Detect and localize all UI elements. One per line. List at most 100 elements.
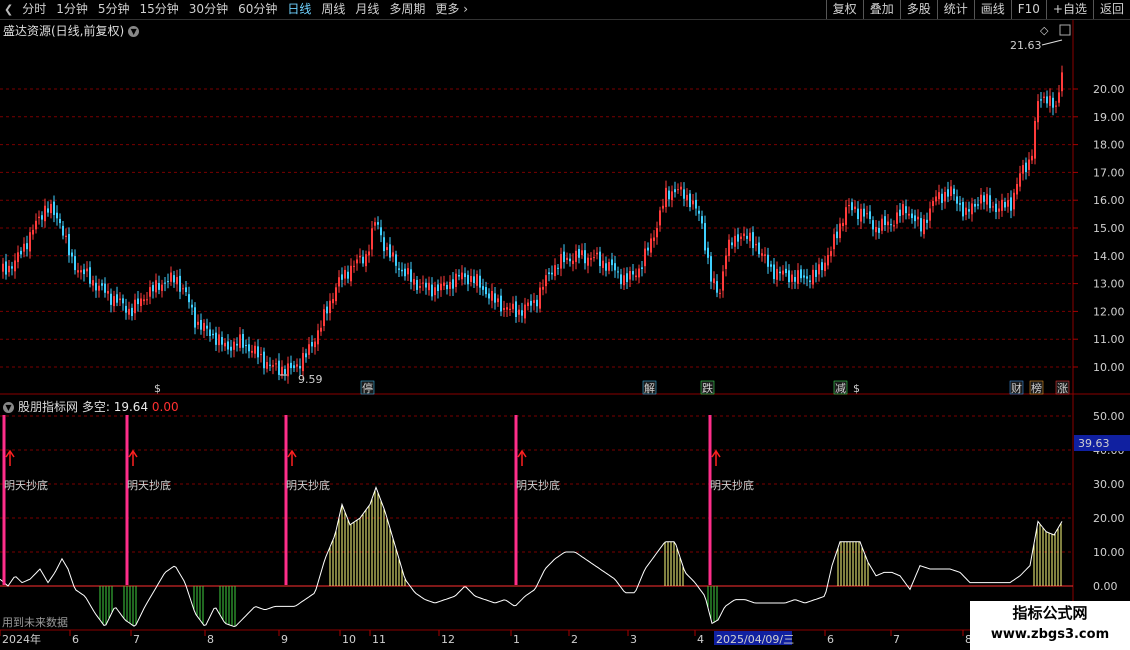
- candle-body: [485, 287, 487, 295]
- candle-body: [1028, 159, 1030, 170]
- candle-body: [506, 307, 508, 310]
- candle-body: [218, 334, 220, 346]
- candle-body: [800, 269, 802, 279]
- time-label-7: 12: [441, 633, 455, 646]
- candle-body: [491, 291, 493, 301]
- candle-body: [65, 235, 67, 238]
- price-tick-label: 10.00: [1093, 361, 1125, 374]
- candle-body: [701, 216, 703, 224]
- candle-body: [176, 277, 178, 285]
- candle-body: [347, 271, 349, 279]
- candle-body: [500, 295, 502, 312]
- candle-body: [755, 243, 757, 246]
- candle-body: [533, 300, 535, 303]
- candle-body: [398, 268, 400, 270]
- candle-body: [686, 194, 688, 201]
- candle-body: [206, 325, 208, 329]
- candle-body: [602, 260, 604, 268]
- candle-body: [452, 279, 454, 289]
- candle-body: [215, 332, 217, 345]
- candle-body: [692, 200, 694, 205]
- candle-body: [374, 222, 376, 226]
- candle-body: [368, 251, 370, 256]
- candle-body: [134, 299, 136, 314]
- candle-body: [194, 307, 196, 328]
- candle-body: [164, 282, 166, 284]
- candle-body: [461, 272, 463, 280]
- max-price-arrow: [1041, 39, 1063, 46]
- candle-body: [695, 199, 697, 209]
- candle-body: [464, 273, 466, 278]
- candle-body: [917, 216, 919, 220]
- candle-body: [674, 189, 676, 193]
- candle-body: [797, 270, 799, 284]
- candle-body: [884, 216, 886, 226]
- candle-body: [878, 227, 880, 233]
- candle-body: [1037, 101, 1039, 123]
- candle-body: [872, 220, 874, 230]
- time-label-13: 6: [827, 633, 834, 646]
- candle-body: [995, 203, 997, 213]
- candle-body: [182, 288, 184, 290]
- candle-body: [116, 294, 118, 303]
- candle-body: [662, 205, 664, 209]
- candle-body: [998, 208, 1000, 212]
- candle-body: [125, 305, 127, 313]
- candle-body: [353, 265, 355, 267]
- max-price-label: 21.63: [1010, 39, 1042, 52]
- candle-body: [386, 247, 388, 251]
- candle-body: [272, 365, 274, 367]
- candle-body: [833, 234, 835, 250]
- candle-body: [770, 264, 772, 267]
- candle-body: [296, 364, 298, 367]
- candle-body: [794, 277, 796, 282]
- candle-body: [377, 222, 379, 225]
- candle-body: [941, 193, 943, 203]
- event-mark-2: 解: [644, 381, 655, 395]
- candle-body: [86, 268, 88, 272]
- candle-body: [962, 202, 964, 217]
- candle-body: [722, 271, 724, 291]
- candle-body: [818, 264, 820, 275]
- candle-body: [248, 344, 250, 352]
- candle-body: [314, 341, 316, 348]
- candle-body: [626, 273, 628, 283]
- candle-body: [35, 220, 37, 230]
- candle-body: [440, 283, 442, 291]
- candle-body: [326, 306, 328, 314]
- candle-body: [851, 202, 853, 211]
- chart-canvas[interactable]: 20.0019.0018.0017.0016.0015.0014.0013.00…: [0, 0, 1130, 650]
- time-label-1: 6: [72, 633, 79, 646]
- event-mark-1: 停: [362, 381, 373, 395]
- candle-body: [929, 208, 931, 221]
- candle-body: [689, 193, 691, 208]
- candle-body: [1016, 184, 1018, 195]
- candle-body: [503, 308, 505, 310]
- time-label-10: 3: [630, 633, 637, 646]
- candle-body: [242, 333, 244, 348]
- candle-body: [956, 196, 958, 204]
- time-label-9: 2: [571, 633, 578, 646]
- candle-body: [950, 186, 952, 197]
- candle-body: [257, 346, 259, 358]
- time-label-0: 2024年: [2, 632, 41, 646]
- candle-body: [497, 298, 499, 303]
- candle-body: [167, 281, 169, 283]
- candle-body: [434, 287, 436, 296]
- candle-body: [536, 299, 538, 307]
- candle-body: [71, 252, 73, 257]
- candle-body: [539, 287, 541, 309]
- candle-body: [266, 362, 268, 369]
- candle-body: [557, 267, 559, 269]
- candle-body: [200, 319, 202, 330]
- candle-body: [302, 352, 304, 372]
- candle-body: [230, 346, 232, 351]
- indicator-tick-label: 30.00: [1093, 478, 1125, 491]
- candle-body: [305, 353, 307, 358]
- candle-body: [788, 270, 790, 283]
- candle-body: [68, 234, 70, 256]
- candle-body: [512, 303, 514, 310]
- candle-body: [410, 269, 412, 282]
- candle-body: [431, 284, 433, 297]
- candle-body: [1025, 162, 1027, 173]
